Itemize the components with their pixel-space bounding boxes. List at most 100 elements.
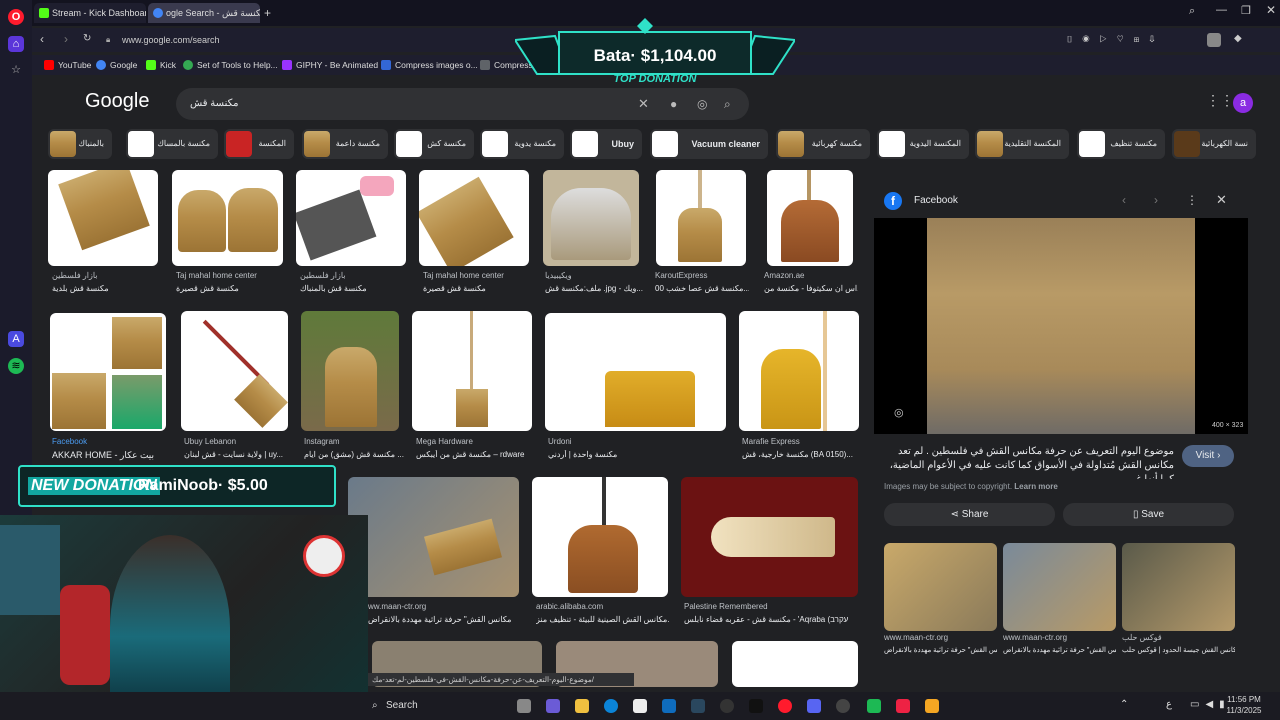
result-source[interactable]: Ubuy Lebanon [184,437,288,446]
clear-icon[interactable]: ✕ [638,88,649,120]
result-source[interactable]: Taj mahal home center [176,271,282,280]
result-image[interactable] [181,311,288,431]
bookmark-youtube[interactable]: YouTube [44,59,91,71]
result-title[interactable]: مكانس القش" حرفة تراثية مهددة بالانقراض [368,615,518,624]
result-source[interactable]: ويكيبيديا [545,271,643,280]
result-title[interactable]: مكنسة قش قصيرة [176,284,282,293]
toolbar-icons[interactable]: ⌷◉▷♡⊞⇩ [1067,34,1207,46]
result-title[interactable]: ملف:مكنسة قش .jpg - ويك... [545,284,643,293]
language-indicator[interactable]: ع [1166,699,1172,710]
result-title[interactable]: مكنسة قش بلدية [52,284,158,293]
app-icon[interactable] [925,699,939,713]
result-title[interactable]: مكنسة قش قصيرة [423,284,529,293]
related-source[interactable]: www.maan-ctr.org [884,633,997,642]
related-image[interactable] [1122,543,1235,631]
result-title[interactable]: مكنسة قش بالمنباك [300,284,406,293]
star-icon[interactable]: ☆ [8,62,24,78]
learn-more-link[interactable]: Learn more [1014,482,1058,491]
taskbar-search[interactable]: ⌕ Search [370,698,490,714]
related-title[interactable]: مكانس القش" حرفة تراثية مهددة بالانقراض [884,646,997,654]
avatar[interactable]: a [1233,93,1253,113]
result-image[interactable] [50,313,166,431]
related-title[interactable]: مكانس القش" حرفة تراثية مهددة بالانقراض [1003,646,1116,654]
obs-icon[interactable] [836,699,850,713]
profile-icon[interactable] [1207,33,1221,47]
maximize-icon[interactable]: ❐ [1241,4,1251,17]
outlook-icon[interactable] [662,699,676,713]
result-title[interactable]: مكنسة قش من أيبكس – rdware [416,450,534,459]
new-tab-icon[interactable]: + [264,6,271,20]
result-image[interactable] [543,170,639,266]
edge-icon[interactable] [604,699,618,713]
url-field[interactable]: 🔒︎ www.google.com/search [102,31,572,49]
result-image[interactable] [296,170,406,266]
bookmark-tools[interactable]: Set of Tools to Help... [183,59,278,71]
chip[interactable]: المكنسة اليدوية [877,129,969,159]
result-image[interactable] [348,477,519,597]
chip[interactable]: Vacuum cleaner [650,129,768,159]
result-source[interactable]: Taj mahal home center [423,271,529,280]
tab-google-search[interactable]: ogle Search - مكنسة قش [148,3,260,23]
result-source[interactable]: Facebook [52,437,168,446]
result-image[interactable] [739,311,859,431]
app-icon[interactable] [720,699,734,713]
chip[interactable]: مكنسة كهربائية [776,129,870,159]
chip[interactable]: نسة الكهربائية [1172,129,1256,159]
share-button[interactable]: ⋖ Share [884,503,1055,526]
result-title[interactable]: مكنسة قش عصا خشب 00... [655,284,749,293]
task-view-icon[interactable] [517,699,531,713]
visit-button[interactable]: Visit › [1182,445,1234,467]
result-source[interactable]: ww.maan-ctr.org [368,602,518,611]
result-image[interactable] [412,311,532,431]
search-input[interactable]: مكنسة قش ✕ ● ◎ ⌕ [176,88,749,120]
result-image[interactable] [172,170,283,266]
result-source[interactable]: بازار فلسطين [300,271,406,280]
chip[interactable]: مكنسة بالمساك [126,129,218,159]
home-icon[interactable]: ⌂ [8,36,24,52]
save-button[interactable]: ▯ Save [1063,503,1234,526]
result-title[interactable]: مكنسة قش - عقربه قضاء نابلس - 'Aqraba (ע… [684,615,858,624]
panel-source[interactable]: Facebook [914,195,958,206]
bookmark-compress[interactable]: Compress images o... [381,59,478,71]
bookmark-kick[interactable]: Kick [146,59,176,71]
chip[interactable]: المكنسة [224,129,294,159]
related-source[interactable]: www.maan-ctr.org [1003,633,1116,642]
discord-icon[interactable] [807,699,821,713]
bookmark-giphy[interactable]: GIPHY - Be Animated [282,59,378,71]
chip[interactable]: Ubuy [570,129,642,159]
result-source[interactable]: Instagram [304,437,404,446]
result-image[interactable] [419,170,529,266]
google-logo[interactable]: Google [85,90,150,113]
clock[interactable]: 11:56 PM 11/3/2025 [1220,694,1268,716]
result-image[interactable] [732,641,858,687]
result-image[interactable] [656,170,746,266]
apps-icon[interactable]: ⋮⋮ [1206,92,1234,109]
result-image[interactable] [545,313,726,431]
result-title[interactable]: ولاية نسايت - قش لبنان | uy... [184,450,288,459]
bookmark-google[interactable]: Google [96,59,137,71]
chip[interactable]: بالمنباك [48,129,112,159]
lens-search-icon[interactable]: ◎ [894,406,904,419]
tray-chevron-icon[interactable]: ⌃ [1120,699,1128,710]
result-source[interactable]: KaroutExpress [655,271,749,280]
reload-icon[interactable]: ↻ [83,33,91,44]
result-title[interactable]: اس ان سكيتوفا - مكنسة من... [764,284,858,293]
result-title[interactable]: مكنسة خارجية، قش (BA 0150)... [742,450,860,459]
result-image[interactable] [681,477,858,597]
opera-logo-icon[interactable]: O [8,9,24,25]
mic-icon[interactable]: ● [670,88,677,120]
file-explorer-icon[interactable] [575,699,589,713]
result-source[interactable]: Marafie Express [742,437,860,446]
result-title[interactable]: مكانس القش الصينية للبيئة - تنظيف منز... [536,615,670,624]
chip[interactable]: المكنسة التقليدية [975,129,1069,159]
panel-title[interactable]: موضوع اليوم التعريف عن حرفة مكانس القش ف… [884,445,1174,479]
result-title[interactable]: مكنسة قش (مشق) من ايام ... [304,450,404,459]
steam-icon[interactable] [691,699,705,713]
chip[interactable]: مكنسة تنظيف [1077,129,1165,159]
result-title[interactable]: مكنسة واحدة | أردني [548,450,718,459]
result-source[interactable]: بازار فلسطين [52,271,158,280]
result-source[interactable]: Palestine Remembered [684,602,858,611]
related-source[interactable]: قوكس حلب [1122,633,1235,642]
next-icon[interactable]: › [1154,193,1158,207]
extensions-icon[interactable]: ◆ [1234,33,1242,44]
